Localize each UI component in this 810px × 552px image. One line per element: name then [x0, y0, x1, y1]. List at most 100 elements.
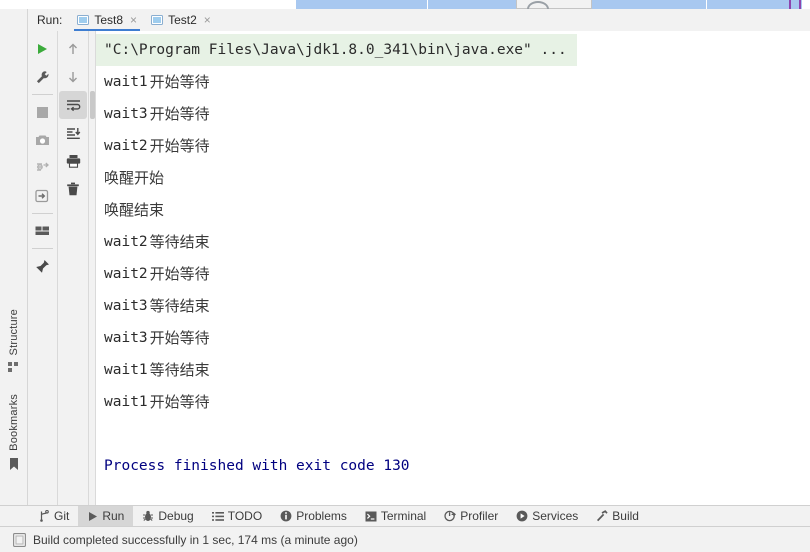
git-branch-icon	[39, 510, 50, 522]
close-icon[interactable]: ×	[204, 14, 211, 26]
tool-button-terminal[interactable]: Terminal	[356, 506, 435, 527]
tool-button-label: Services	[532, 509, 579, 523]
screenshot-button[interactable]	[28, 126, 56, 154]
console-scrollbar-thumb[interactable]	[90, 91, 95, 119]
log-message: 等待结束	[149, 297, 210, 315]
console-log-line: wait2 开始等待	[96, 258, 810, 290]
console-output[interactable]: "C:\Program Files\Java\jdk1.8.0_341\bin\…	[96, 31, 810, 505]
prev-occurrence-button[interactable]	[59, 35, 87, 63]
thread-dump-icon	[35, 161, 50, 175]
tool-button-label: TODO	[227, 509, 263, 523]
scroll-to-end-button[interactable]	[59, 119, 87, 147]
thread-name: wait2	[104, 234, 148, 250]
thread-name: wait1	[104, 74, 148, 90]
tool-button-services[interactable]: Services	[507, 506, 587, 527]
log-message: 唤醒开始	[104, 169, 165, 187]
toolbar-divider	[32, 248, 53, 249]
arrow-up-icon	[66, 42, 80, 56]
thread-name: wait2	[104, 138, 148, 154]
thread-dump-button[interactable]	[28, 154, 56, 182]
toolbar-divider	[32, 94, 53, 95]
layout-button[interactable]	[28, 217, 56, 245]
console-log-line: wait1 等待结束	[96, 354, 810, 386]
log-message: 开始等待	[149, 329, 210, 347]
sidebar-item-bookmarks[interactable]: Bookmarks	[0, 394, 27, 471]
soft-wrap-button[interactable]	[59, 91, 87, 119]
print-button[interactable]	[59, 147, 87, 175]
console-log-line: wait1 开始等待	[96, 66, 810, 98]
info-circle-icon	[280, 510, 292, 522]
bg-purple-marker	[799, 0, 801, 9]
console-exit-line: Process finished with exit code 130	[104, 458, 410, 474]
build-status-icon	[13, 532, 26, 547]
stop-button[interactable]	[28, 98, 56, 126]
pin-icon	[35, 259, 50, 274]
thread-name: wait2	[104, 266, 148, 282]
tab-test8[interactable]: Test8 ×	[70, 9, 144, 31]
run-config-icon	[77, 14, 90, 26]
thread-name: wait3	[104, 330, 148, 346]
sidebar-item-structure-label: Structure	[7, 309, 20, 356]
terminal-icon	[365, 511, 377, 522]
wrench-icon	[35, 70, 50, 85]
tool-button-label: Git	[54, 509, 70, 523]
tool-window-bar: Git Run Debug TODO Problems Terminal Pro…	[0, 505, 810, 527]
camera-icon	[35, 134, 50, 147]
tool-button-problems[interactable]: Problems	[271, 506, 356, 527]
sidebar-item-structure[interactable]: Structure	[0, 309, 27, 373]
tool-button-build[interactable]: Build	[587, 506, 648, 527]
console-log-line: wait3 开始等待	[96, 98, 810, 130]
left-tool-strip: Structure Bookmarks	[0, 9, 28, 505]
console-log-line: wait2 开始等待	[96, 130, 810, 162]
tool-button-label: Problems	[296, 509, 347, 523]
tool-button-label: Terminal	[380, 509, 427, 523]
hammer-icon	[596, 510, 608, 522]
toolbar-divider	[32, 213, 53, 214]
log-message: 开始等待	[149, 105, 210, 123]
bug-icon	[142, 510, 154, 522]
tool-button-label: Profiler	[460, 509, 499, 523]
tool-button-debug[interactable]: Debug	[133, 506, 202, 527]
console-log-line: 唤醒结束	[96, 194, 810, 226]
log-message: 开始等待	[149, 393, 210, 411]
log-message: 开始等待	[149, 137, 210, 155]
log-message: 唤醒结束	[104, 201, 165, 219]
printer-icon	[66, 154, 81, 168]
log-message: 等待结束	[149, 361, 210, 379]
tool-button-run[interactable]: Run	[78, 505, 134, 527]
tab-test2[interactable]: Test2 ×	[144, 9, 218, 31]
tool-button-git[interactable]: Git	[30, 506, 78, 527]
console-command-line: "C:\Program Files\Java\jdk1.8.0_341\bin\…	[96, 34, 577, 66]
status-bar: Build completed successfully in 1 sec, 1…	[0, 526, 810, 552]
attach-button[interactable]	[28, 182, 56, 210]
background-window-sliver	[0, 0, 810, 9]
pin-tab-button[interactable]	[28, 252, 56, 280]
rerun-button[interactable]	[28, 35, 56, 63]
run-toolwindow-label: Run:	[37, 13, 63, 27]
arrow-down-icon	[66, 70, 80, 84]
edit-configurations-button[interactable]	[28, 63, 56, 91]
close-icon[interactable]: ×	[130, 14, 137, 26]
log-message: 等待结束	[149, 233, 210, 251]
status-message: Build completed successfully in 1 sec, 1…	[33, 532, 358, 547]
stop-square-icon	[36, 106, 49, 119]
ide-window: Structure Bookmarks Run: Test8 × Test2 ×…	[0, 9, 810, 552]
tab-label: Test2	[168, 13, 197, 27]
attach-arrow-icon	[35, 189, 49, 203]
tab-label: Test8	[94, 13, 124, 27]
play-icon	[35, 42, 49, 56]
soft-wrap-icon	[66, 99, 81, 112]
thread-name: wait3	[104, 106, 148, 122]
structure-icon	[7, 361, 20, 373]
console-toolbar	[59, 31, 89, 505]
console-log-line: wait1 开始等待	[96, 386, 810, 418]
tool-button-label: Build	[612, 509, 639, 523]
tool-button-label: Debug	[158, 509, 194, 523]
tool-button-todo[interactable]: TODO	[203, 506, 271, 527]
tool-button-label: Run	[102, 509, 125, 523]
console-log-line: wait3 开始等待	[96, 322, 810, 354]
next-occurrence-button[interactable]	[59, 63, 87, 91]
clear-all-button[interactable]	[59, 175, 87, 203]
tool-button-profiler[interactable]: Profiler	[435, 506, 507, 527]
